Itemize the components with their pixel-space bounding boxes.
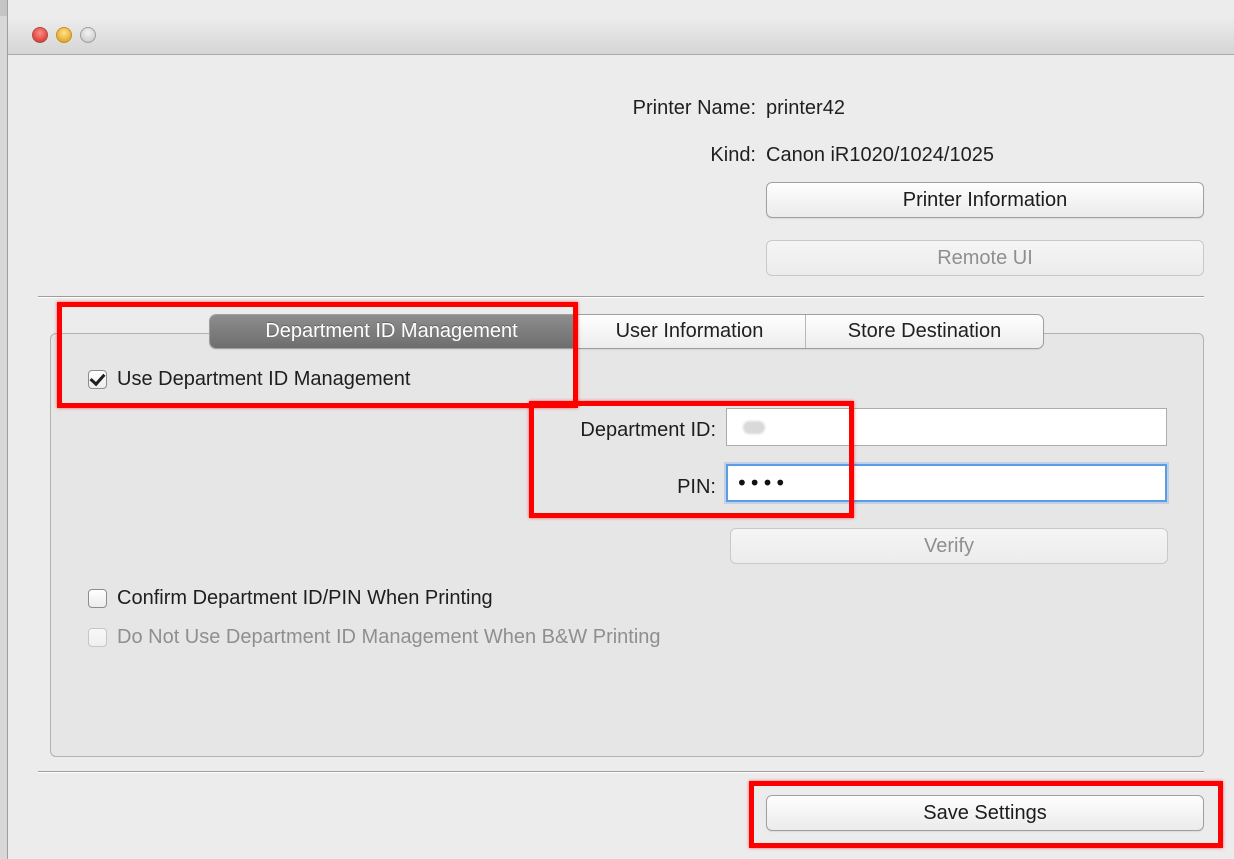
verify-button[interactable]: Verify — [730, 528, 1168, 564]
tab-store-destination[interactable]: Store Destination — [805, 315, 1043, 348]
close-window-icon[interactable] — [32, 27, 48, 43]
printer-name-value: printer42 — [766, 97, 845, 119]
minimize-window-icon[interactable] — [56, 27, 72, 43]
printer-name-label: Printer Name: — [632, 97, 756, 119]
redacted-department-id-mark — [743, 421, 765, 434]
save-settings-button[interactable]: Save Settings — [766, 795, 1204, 831]
confirm-department-id-pin-label: Confirm Department ID/PIN When Printing — [117, 587, 493, 609]
remote-ui-button[interactable]: Remote UI — [766, 240, 1204, 276]
printer-information-button[interactable]: Printer Information — [766, 182, 1204, 218]
department-id-label: Department ID: — [580, 419, 716, 441]
window-titlebar — [8, 16, 1234, 55]
top-separator — [38, 296, 1204, 297]
bw-printing-checkbox — [88, 627, 107, 647]
department-id-field[interactable] — [726, 408, 1167, 446]
bottom-separator — [38, 771, 1204, 772]
confirm-department-id-pin-checkbox[interactable] — [88, 588, 107, 608]
pin-field[interactable]: •••• — [726, 464, 1167, 502]
use-department-id-management-checkbox[interactable] — [88, 369, 107, 389]
printer-kind-value: Canon iR1020/1024/1025 — [766, 144, 994, 166]
zoom-window-icon[interactable] — [80, 27, 96, 43]
printer-kind-label: Kind: — [710, 144, 756, 166]
printer-settings-window: Printer Name: printer42 Kind: Canon iR10… — [8, 0, 1234, 859]
use-department-id-management-label: Use Department ID Management — [117, 368, 411, 390]
pin-value: •••• — [736, 471, 788, 495]
bw-printing-option: Do Not Use Department ID Management When… — [88, 625, 661, 649]
bw-printing-label: Do Not Use Department ID Management When… — [117, 626, 661, 648]
use-department-id-management-option[interactable]: Use Department ID Management — [88, 367, 410, 391]
tab-user-information[interactable]: User Information — [573, 315, 805, 348]
tab-department-id-management[interactable]: Department ID Management — [210, 315, 573, 348]
pin-label: PIN: — [677, 476, 716, 498]
settings-tab-strip: Department ID Management User Informatio… — [209, 314, 1044, 349]
confirm-department-id-pin-option[interactable]: Confirm Department ID/PIN When Printing — [88, 586, 493, 610]
